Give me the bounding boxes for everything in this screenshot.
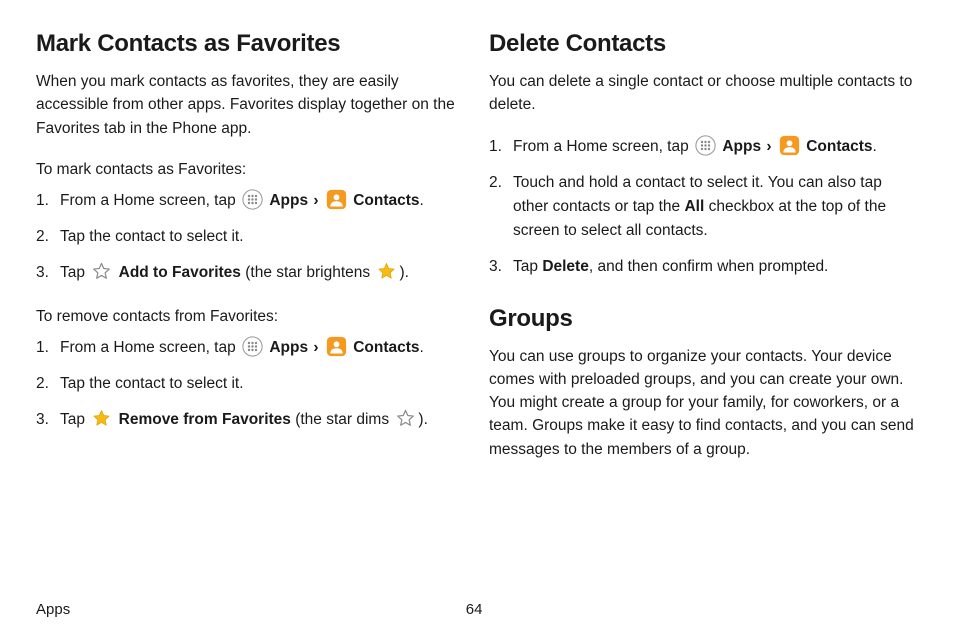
text: . <box>420 192 424 209</box>
step-delete-3: Tap Delete, and then confirm when prompt… <box>489 255 918 279</box>
text: (the star dims <box>291 411 394 428</box>
text: , and then confirm when prompted. <box>589 258 829 275</box>
contacts-label: Contacts <box>353 339 419 356</box>
steps-mark: From a Home screen, tap Apps › Contacts.… <box>36 189 465 285</box>
text: From a Home screen, tap <box>60 339 240 356</box>
steps-delete: From a Home screen, tap Apps › Contacts.… <box>489 135 918 279</box>
intro-favorites: When you mark contacts as favorites, the… <box>36 70 465 140</box>
text: Tap <box>60 264 89 281</box>
intro-groups: You can use groups to organize your cont… <box>489 345 918 461</box>
text: . <box>873 138 877 155</box>
apps-icon <box>695 135 716 156</box>
steps-remove: From a Home screen, tap Apps › Contacts.… <box>36 336 465 432</box>
text: ). <box>418 411 427 428</box>
remove-favorites-label: Remove from Favorites <box>119 411 291 428</box>
footer-page-number: 64 <box>70 601 878 618</box>
apps-label: Apps <box>269 339 308 356</box>
text: (the star brightens <box>241 264 375 281</box>
text: . <box>420 339 424 356</box>
step-delete-1: From a Home screen, tap Apps › Contacts. <box>489 135 918 159</box>
col-left: Mark Contacts as Favorites When you mark… <box>36 30 465 593</box>
add-favorites-label: Add to Favorites <box>119 264 241 281</box>
star-filled-icon <box>376 261 397 282</box>
delete-label: Delete <box>542 258 589 275</box>
heading-delete: Delete Contacts <box>489 30 918 58</box>
step-remove-2: Tap the contact to select it. <box>36 372 465 396</box>
step-mark-1: From a Home screen, tap Apps › Contacts. <box>36 189 465 213</box>
contacts-icon <box>326 336 347 357</box>
star-filled-icon <box>91 408 112 429</box>
apps-label: Apps <box>722 138 761 155</box>
apps-icon <box>242 336 263 357</box>
page-footer: Apps 64 <box>36 593 918 618</box>
chevron-icon: › <box>765 138 772 155</box>
star-outline-icon <box>91 261 112 282</box>
chevron-icon: › <box>312 339 319 356</box>
col-right: Delete Contacts You can delete a single … <box>489 30 918 593</box>
all-label: All <box>684 198 704 215</box>
step-delete-2: Touch and hold a contact to select it. Y… <box>489 171 918 243</box>
footer-section: Apps <box>36 601 70 618</box>
step-remove-3: Tap Remove from Favorites (the star dims… <box>36 408 465 432</box>
chevron-icon: › <box>312 192 319 209</box>
text: Tap <box>513 258 542 275</box>
text: From a Home screen, tap <box>513 138 693 155</box>
contacts-icon <box>779 135 800 156</box>
text: ). <box>399 264 408 281</box>
intro-delete: You can delete a single contact or choos… <box>489 70 918 117</box>
contacts-label: Contacts <box>806 138 872 155</box>
text: Tap <box>60 411 89 428</box>
step-mark-3: Tap Add to Favorites (the star brightens… <box>36 261 465 285</box>
step-remove-1: From a Home screen, tap Apps › Contacts. <box>36 336 465 360</box>
contacts-label: Contacts <box>353 192 419 209</box>
star-outline-icon <box>395 408 416 429</box>
text: From a Home screen, tap <box>60 192 240 209</box>
heading-mark-favorites: Mark Contacts as Favorites <box>36 30 465 58</box>
apps-label: Apps <box>269 192 308 209</box>
apps-icon <box>242 189 263 210</box>
heading-groups: Groups <box>489 305 918 333</box>
step-mark-2: Tap the contact to select it. <box>36 225 465 249</box>
lead-remove: To remove contacts from Favorites: <box>36 305 465 328</box>
lead-mark: To mark contacts as Favorites: <box>36 158 465 181</box>
contacts-icon <box>326 189 347 210</box>
